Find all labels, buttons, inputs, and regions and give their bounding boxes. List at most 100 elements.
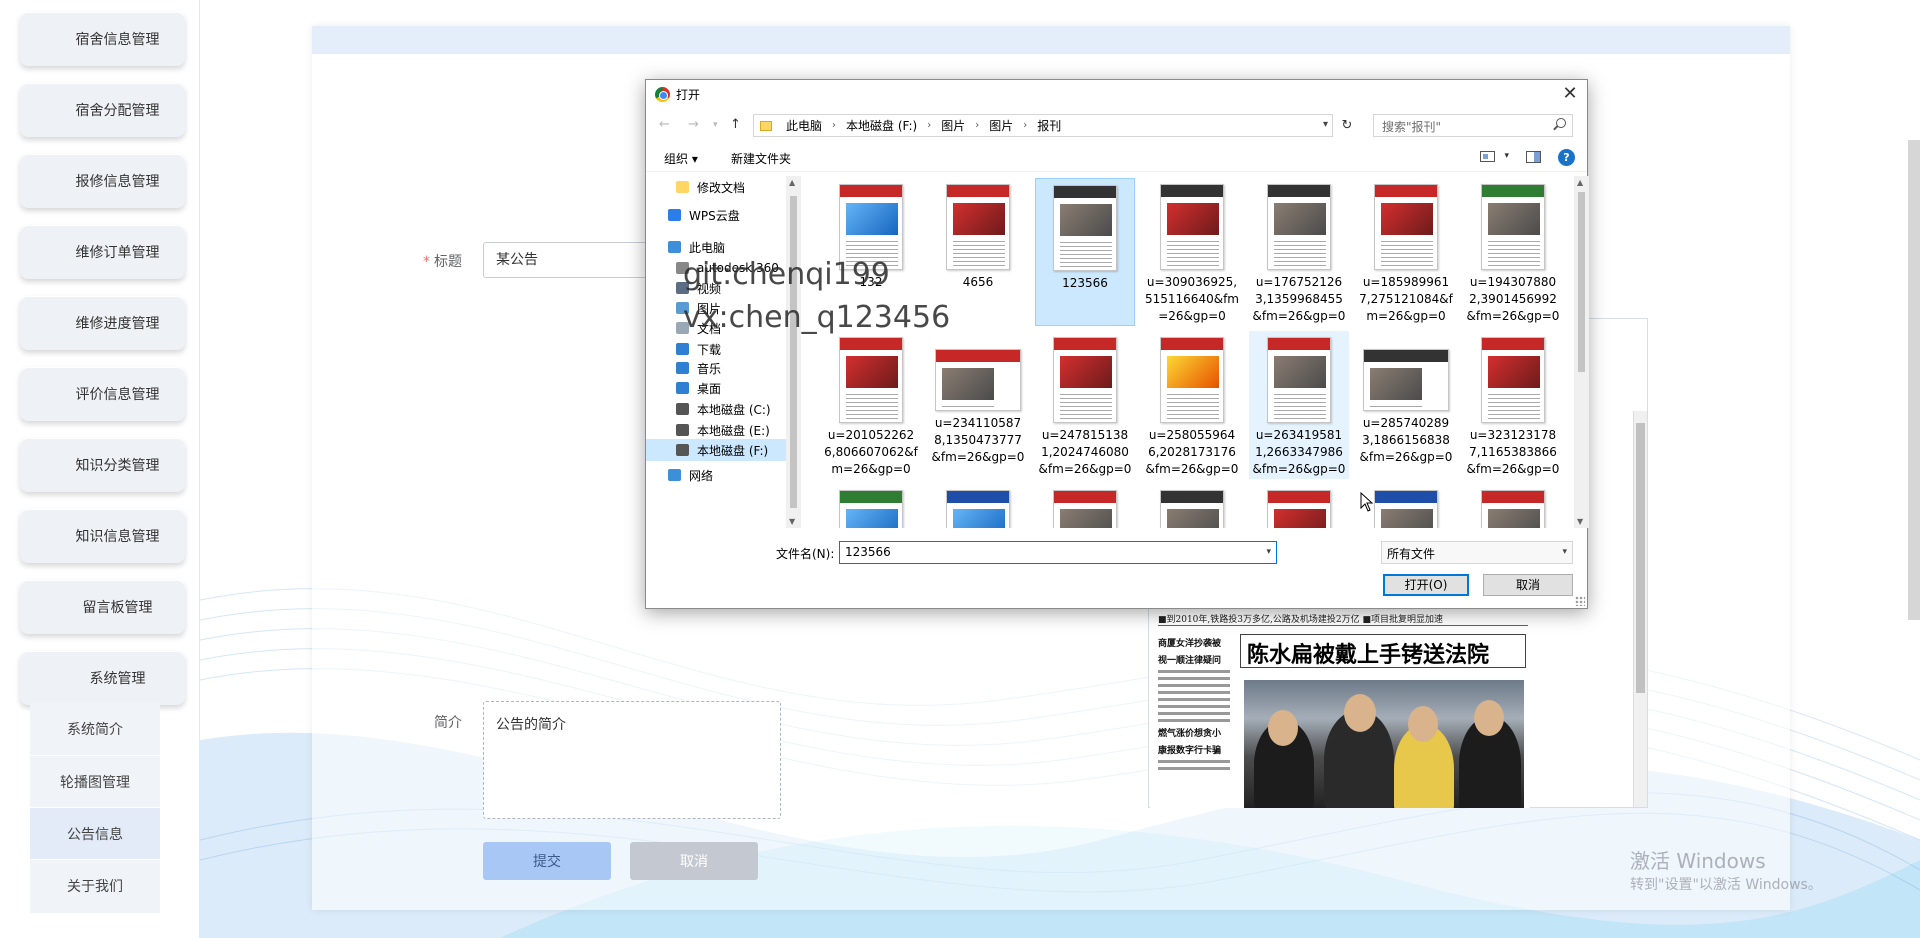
computer-icon (668, 241, 681, 253)
filename-value: 123566 (845, 545, 891, 559)
submenu-item-notice[interactable]: 公告信息 (30, 807, 160, 859)
file-item[interactable] (1249, 484, 1349, 528)
nav-pane-scrollbar[interactable]: ▲ ▼ (786, 176, 801, 528)
sidebar-item-knowledge-info[interactable]: 知识信息管理 (20, 509, 185, 563)
sidebar-item-system[interactable]: 系统管理 (20, 651, 185, 705)
sidebar-item-label: 维修订单管理 (75, 245, 160, 261)
sidebar-item-evaluation[interactable]: 评价信息管理 (20, 367, 185, 421)
newspaper-preview-image: ■到2010年,铁路投3万多亿,公路及机场建投2万亿 ■项目批复明显加速 商厦女… (1150, 610, 1530, 808)
nav-item-2[interactable]: 此电脑 (646, 236, 786, 258)
dialog-toolbar: 组织 ▾ 新建文件夹 ▾ ? (646, 144, 1587, 172)
filetype-select[interactable]: 所有文件 ▾ (1381, 541, 1573, 564)
file-item[interactable]: u=3231231787,1165383866&fm=26&gp=0 (1463, 331, 1563, 479)
title-input[interactable]: 某公告 (483, 242, 653, 278)
submenu-item-intro[interactable]: 系统简介 (30, 703, 160, 755)
nav-item-10[interactable]: 本地磁盘 (C:) (646, 398, 786, 420)
breadcrumb-this-pc[interactable]: 此电脑 (786, 117, 822, 134)
sidebar-item-knowledge-category[interactable]: 知识分类管理 (20, 438, 185, 492)
new-folder-button[interactable]: 新建文件夹 (731, 150, 791, 167)
dialog-cancel-button[interactable]: 取消 (1483, 574, 1573, 596)
file-name: u=2634195811,2663347986&fm=26&gp=0 (1252, 428, 1346, 476)
card-header (312, 26, 1790, 54)
nav-pane-scroll-thumb[interactable] (790, 196, 797, 508)
editor-scrollbar[interactable] (1633, 411, 1647, 807)
file-item[interactable] (1035, 484, 1135, 528)
file-item[interactable]: 123566 (1035, 178, 1135, 326)
nav-item-11[interactable]: 本地磁盘 (E:) (646, 419, 786, 441)
file-item[interactable]: u=2634195811,2663347986&fm=26&gp=0 (1249, 331, 1349, 479)
navigation-pane: 修改文档 WPS云盘 此电脑 autodesk 360 视频 图片 文档 下载 音乐 桌面 本地磁盘… (646, 176, 801, 528)
back-arrow-icon[interactable]: ← (659, 117, 670, 132)
search-input[interactable]: 搜索"报刊" (1373, 114, 1573, 137)
sidebar-item-label: 评价信息管理 (75, 387, 160, 403)
filename-label: 文件名(N): (776, 547, 835, 561)
sidebar-item-repair-orders[interactable]: 维修订单管理 (20, 225, 185, 279)
view-options-icon[interactable] (1480, 151, 1495, 162)
file-list-scrollbar[interactable]: ▲ ▼ (1574, 176, 1589, 528)
page-scrollbar[interactable] (1908, 140, 1920, 620)
nav-item-label: 本地磁盘 (C:) (697, 402, 771, 417)
nav-item-label: 网络 (689, 468, 714, 483)
nav-item-13[interactable]: 网络 (646, 464, 786, 486)
file-thumbnail (935, 349, 1021, 411)
preview-pane-icon[interactable] (1526, 151, 1541, 163)
file-list-scroll-thumb[interactable] (1578, 192, 1585, 372)
file-item[interactable] (1142, 484, 1242, 528)
sidebar-item-dorm-allocation[interactable]: 宿舍分配管理 (20, 83, 185, 137)
network-icon (668, 469, 681, 481)
address-bar[interactable]: 此电脑 › 本地磁盘 (F:) › 图片 › 图片 › 报刊 ▾ (753, 114, 1333, 137)
sidebar-item-repair-info[interactable]: 报修信息管理 (20, 154, 185, 208)
breadcrumb-newspapers[interactable]: 报刊 (1037, 117, 1061, 134)
filename-input[interactable]: 123566 ▾ (839, 541, 1277, 564)
sidebar-item-message-board[interactable]: 留言板管理 (20, 580, 185, 634)
file-thumbnail (1363, 349, 1449, 411)
file-name: u=2478151381,2024746080&fm=26&gp=0 (1038, 428, 1132, 476)
submenu-item-carousel[interactable]: 轮播图管理 (30, 755, 160, 807)
refresh-icon[interactable]: ↻ (1336, 115, 1358, 137)
file-item[interactable] (1463, 484, 1563, 528)
drive-icon (676, 444, 689, 456)
recent-dropdown-icon[interactable]: ▾ (713, 120, 718, 130)
file-item[interactable]: u=2010522626,806607062&fm=26&gp=0 (821, 331, 921, 479)
file-item[interactable]: u=1859899617,275121084&fm=26&gp=0 (1356, 178, 1456, 326)
nav-item-0[interactable]: 修改文档 (646, 176, 786, 198)
breadcrumb-drive-f[interactable]: 本地磁盘 (F:) (846, 117, 917, 134)
editor-scroll-thumb[interactable] (1636, 423, 1645, 693)
file-item[interactable]: u=2341105878,1350473777&fm=26&gp=0 (928, 331, 1028, 479)
file-thumbnail (839, 490, 903, 528)
file-item[interactable]: u=1943078802,3901456992&fm=26&gp=0 (1463, 178, 1563, 326)
organize-button[interactable]: 组织 ▾ (664, 150, 698, 167)
chevron-down-icon[interactable]: ▾ (1266, 547, 1271, 557)
file-item[interactable]: u=2580559646,2028173176&fm=26&gp=0 (1142, 331, 1242, 479)
breadcrumb-pictures-2[interactable]: 图片 (989, 117, 1013, 134)
chevron-down-icon[interactable]: ▾ (1323, 119, 1328, 130)
breadcrumb-pictures[interactable]: 图片 (941, 117, 965, 134)
nav-item-1[interactable]: WPS云盘 (646, 204, 786, 226)
chevron-down-icon[interactable]: ▾ (1504, 151, 1509, 161)
close-icon[interactable]: ✕ (1559, 83, 1581, 105)
dialog-titlebar[interactable]: 打开 ✕ (646, 80, 1587, 108)
open-button[interactable]: 打开(O) (1383, 574, 1469, 596)
submit-button[interactable]: 提交 (483, 842, 611, 880)
sidebar-item-dorm-info[interactable]: 宿舍信息管理 (20, 12, 185, 66)
file-item[interactable]: u=1767521263,1359968455&fm=26&gp=0 (1249, 178, 1349, 326)
sidebar-item-repair-progress[interactable]: 维修进度管理 (20, 296, 185, 350)
drive-icon (676, 403, 689, 415)
help-icon[interactable]: ? (1558, 149, 1575, 166)
file-item[interactable]: u=2857402893,1866156838&fm=26&gp=0 (1356, 331, 1456, 479)
resize-grip-icon[interactable] (1575, 596, 1585, 606)
nav-item-9[interactable]: 桌面 (646, 377, 786, 399)
file-item[interactable] (821, 484, 921, 528)
nav-item-8[interactable]: 音乐 (646, 357, 786, 379)
nav-item-12[interactable]: 本地磁盘 (F:) (646, 439, 786, 461)
up-arrow-icon[interactable]: ↑ (730, 117, 741, 132)
file-item[interactable]: u=309036925,515116640&fm=26&gp=0 (1142, 178, 1242, 326)
forward-arrow-icon[interactable]: → (688, 117, 699, 132)
sidebar-item-label: 报修信息管理 (75, 174, 160, 190)
cancel-button[interactable]: 取消 (630, 842, 758, 880)
file-item[interactable] (928, 484, 1028, 528)
submenu-item-about[interactable]: 关于我们 (30, 859, 160, 911)
file-item[interactable]: u=2478151381,2024746080&fm=26&gp=0 (1035, 331, 1135, 479)
file-thumbnail (1160, 337, 1224, 423)
intro-textarea[interactable]: 公告的简介 (483, 701, 781, 819)
